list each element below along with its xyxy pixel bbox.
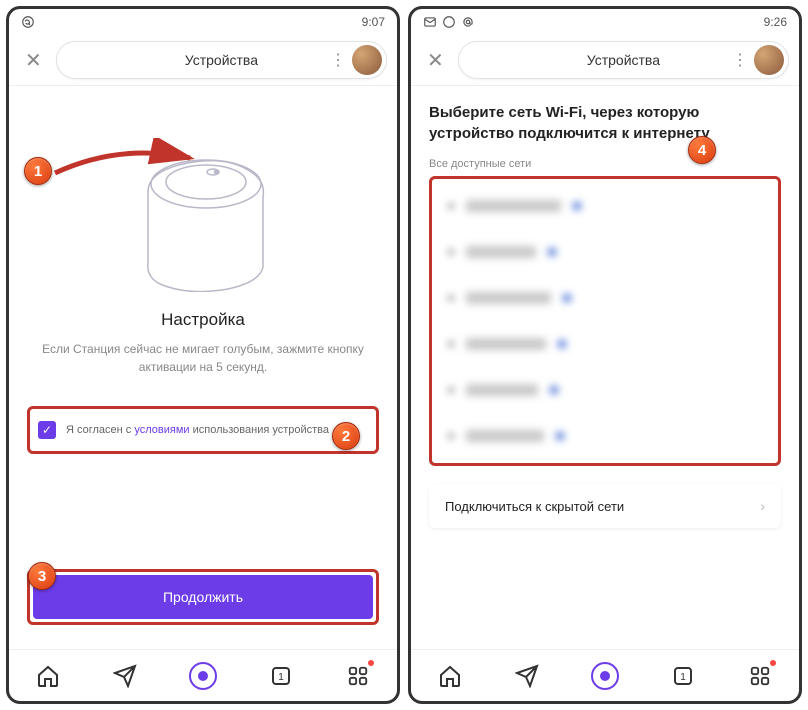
header: ✕ Устройства ⋮: [9, 35, 397, 86]
more-icon[interactable]: ⋮: [330, 50, 346, 70]
nav-alice-icon[interactable]: [591, 662, 619, 690]
nav-tabs-icon[interactable]: 1: [267, 662, 295, 690]
bottom-nav: 1: [9, 649, 397, 701]
nav-apps-icon[interactable]: [746, 662, 774, 690]
wifi-heading: Выберите сеть Wi-Fi, через которую устро…: [429, 102, 781, 144]
page-title: Устройства: [587, 52, 660, 68]
close-icon[interactable]: ✕: [421, 44, 450, 77]
continue-button[interactable]: Продолжить: [33, 575, 373, 619]
marker-4: 4: [688, 136, 716, 164]
hidden-network-button[interactable]: Подключиться к скрытой сети ›: [429, 484, 781, 528]
phone-right: 9:26 ✕ Устройства ⋮ Выберите сеть Wi-Fi,…: [408, 6, 802, 704]
nav-home-icon[interactable]: [34, 662, 62, 690]
avatar[interactable]: [754, 45, 784, 75]
nav-badge: [770, 660, 776, 666]
mail-icon: [423, 15, 437, 29]
terms-link[interactable]: условиями: [134, 424, 189, 436]
wifi-network-item[interactable]: [436, 321, 774, 367]
wifi-network-item[interactable]: [436, 183, 774, 229]
nav-alice-icon[interactable]: [189, 662, 217, 690]
wifi-network-item[interactable]: [436, 229, 774, 275]
nav-send-icon[interactable]: [111, 662, 139, 690]
nav-home-icon[interactable]: [436, 662, 464, 690]
avatar[interactable]: [352, 45, 382, 75]
whatsapp-icon: [21, 15, 35, 29]
chevron-right-icon: ›: [760, 498, 765, 514]
bottom-nav: 1: [411, 649, 799, 701]
continue-wrap: Продолжить: [27, 569, 379, 625]
status-time: 9:07: [362, 15, 385, 29]
consent-checkbox[interactable]: ✓: [38, 421, 56, 439]
phone-left: 9:07 ✕ Устройства ⋮: [6, 6, 400, 704]
wifi-network-item[interactable]: [436, 275, 774, 321]
setup-description: Если Станция сейчас не мигает голубым, з…: [27, 340, 379, 376]
header-pill[interactable]: Устройства ⋮: [458, 41, 789, 79]
consent-row: ✓ Я согласен с условиями использования у…: [27, 406, 379, 454]
more-icon[interactable]: ⋮: [732, 50, 748, 70]
wifi-subheading: Все доступные сети: [429, 158, 781, 170]
consent-text: Я согласен с условиями использования уст…: [66, 424, 329, 436]
close-icon[interactable]: ✕: [19, 44, 48, 77]
content-area: Выберите сеть Wi-Fi, через которую устро…: [411, 86, 799, 649]
wifi-network-item[interactable]: [436, 413, 774, 459]
page-title: Устройства: [185, 52, 258, 68]
status-time: 9:26: [764, 15, 787, 29]
nav-send-icon[interactable]: [513, 662, 541, 690]
status-bar: 9:26: [411, 9, 799, 35]
header: ✕ Устройства ⋮: [411, 35, 799, 86]
marker-3: 3: [28, 562, 56, 590]
nav-tabs-icon[interactable]: 1: [669, 662, 697, 690]
arrow-icon: [50, 138, 200, 198]
hidden-network-label: Подключиться к скрытой сети: [445, 499, 624, 514]
svg-text:1: 1: [680, 672, 686, 683]
svg-text:1: 1: [278, 672, 284, 683]
marker-1: 1: [24, 157, 52, 185]
setup-title: Настройка: [27, 310, 379, 330]
nav-apps-icon[interactable]: [344, 662, 372, 690]
at-icon: [461, 15, 475, 29]
nav-badge: [368, 660, 374, 666]
whatsapp-icon: [442, 15, 456, 29]
wifi-network-item[interactable]: [436, 367, 774, 413]
header-pill[interactable]: Устройства ⋮: [56, 41, 387, 79]
wifi-list: [429, 176, 781, 466]
marker-2: 2: [332, 422, 360, 450]
status-bar: 9:07: [9, 9, 397, 35]
